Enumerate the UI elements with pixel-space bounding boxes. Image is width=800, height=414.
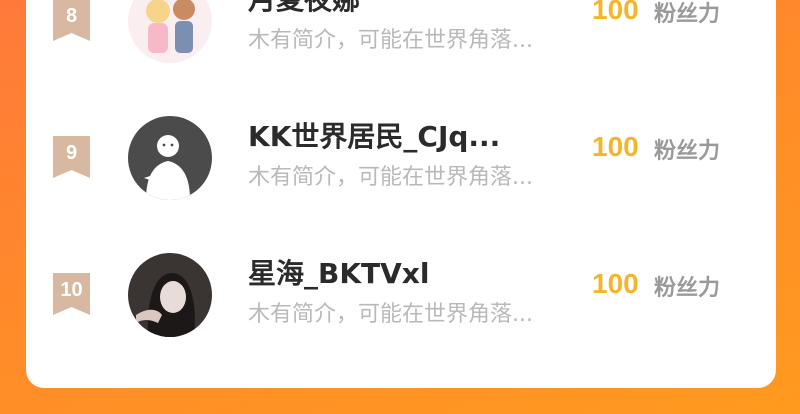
avatar[interactable] — [128, 116, 212, 200]
rank-number: 9 — [65, 142, 78, 164]
username[interactable]: KK世界居民_CJq... — [248, 115, 500, 155]
username[interactable]: 月夏夜娜 — [248, 0, 360, 18]
fan-power-count: 100 — [592, 131, 639, 162]
ranking-row-10[interactable]: 10 星海_BKTVxl 木有简介，可能在世界角落... 100 粉丝力 — [26, 253, 776, 384]
fan-power-count: 100 — [592, 0, 639, 25]
ranking-row-8[interactable]: 8 月夏夜娜 木有简介，可能在世界角落... 100 粉丝力 — [26, 0, 776, 110]
avatar[interactable] — [128, 0, 212, 63]
ranking-card: 8 月夏夜娜 木有简介，可能在世界角落... 100 粉丝力 9 — [26, 0, 776, 388]
avatar[interactable] — [128, 253, 212, 337]
fan-power-label: 粉丝力 — [654, 276, 721, 301]
rank-number: 10 — [60, 279, 83, 301]
rank-badge: 9 — [53, 136, 90, 182]
fan-power-count: 100 — [592, 268, 639, 299]
fan-power-label: 粉丝力 — [654, 2, 721, 27]
user-bio: 木有简介，可能在世界角落... — [248, 165, 533, 190]
ranking-row-9[interactable]: 9 KK世界居民_CJq... 木有简介，可能在世界角落... 100 粉丝力 — [26, 116, 776, 247]
fan-power-label: 粉丝力 — [654, 139, 721, 164]
rank-number: 8 — [65, 5, 78, 27]
rank-badge: 10 — [53, 273, 90, 319]
username[interactable]: 星海_BKTVxl — [248, 252, 429, 292]
user-bio: 木有简介，可能在世界角落... — [248, 28, 533, 53]
rank-badge: 8 — [53, 0, 90, 45]
user-bio: 木有简介，可能在世界角落... — [248, 302, 533, 327]
